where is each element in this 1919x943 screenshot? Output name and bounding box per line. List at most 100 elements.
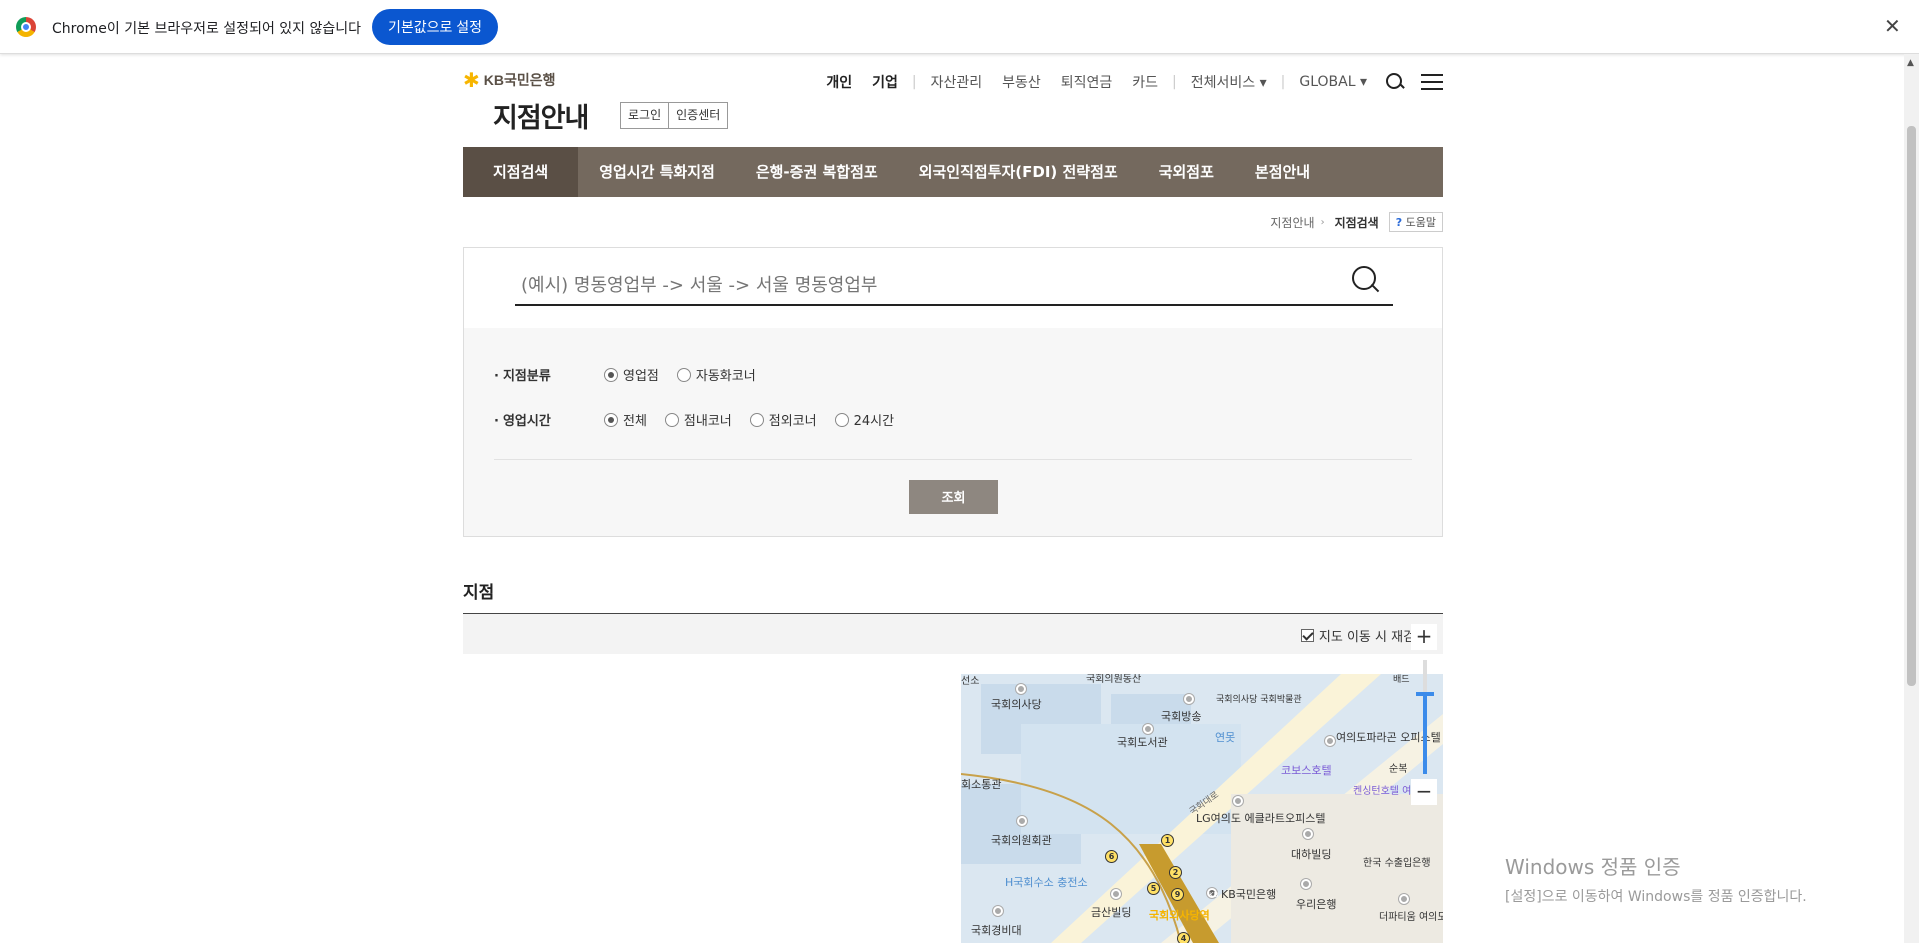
top-navigation: 개인 기업 | 자산관리 부동산 퇴직연금 카드 | 전체서비스 ▾ | GLO… <box>806 72 1443 92</box>
radio-label: 자동화코너 <box>695 369 756 384</box>
radio-outside-corner[interactable]: 점외코너 <box>749 410 817 429</box>
branch-search-panel: 지점분류 영업점 자동화코너 영업시간 전체 점내코너 점외코너 24시간 조회 <box>463 247 1443 537</box>
windows-activation-watermark: Windows 정품 인증 [설정]으로 이동하여 Windows를 정품 인증… <box>1505 851 1807 906</box>
zoom-handle[interactable] <box>1416 692 1434 696</box>
nav-all-services[interactable]: 전체서비스 ▾ <box>1191 72 1267 92</box>
help-button[interactable]: ? 도움말 <box>1388 212 1443 232</box>
nav-assets[interactable]: 자산관리 <box>931 72 983 92</box>
nav-card[interactable]: 카드 <box>1132 72 1158 92</box>
results-title: 지점 <box>463 583 495 603</box>
watermark-subtitle: [설정]으로 이동하여 Windows를 정품 인증합니다. <box>1505 889 1807 905</box>
chevron-right-icon: › <box>1320 216 1325 228</box>
tab-fdi[interactable]: 외국인직접투자(FDI) 전략점포 <box>899 147 1138 197</box>
scrollbar-thumb[interactable] <box>1907 126 1916 686</box>
map-label: 더파티움 여의도 <box>1379 912 1443 923</box>
logo-text: KB국민은행 <box>483 72 556 88</box>
map-poi-icon[interactable] <box>1233 796 1243 806</box>
radio-label: 24시간 <box>853 414 895 429</box>
map-label: 순복 <box>1389 764 1408 775</box>
radio-label: 전체 <box>623 414 647 429</box>
page-scrollbar[interactable]: ▲ <box>1904 54 1919 943</box>
radio-label: 점내코너 <box>683 414 732 429</box>
nav-divider: | <box>911 74 917 90</box>
map-label: 국회의원동산 <box>1086 674 1142 685</box>
kb-bank-marker[interactable]: KB <box>1207 888 1218 899</box>
map-label: 연못 <box>1215 731 1236 744</box>
tab-branch-search[interactable]: 지점검색 <box>463 147 579 197</box>
radio-inside-corner[interactable]: 점내코너 <box>664 410 732 429</box>
tab-overseas[interactable]: 국외점포 <box>1139 147 1234 197</box>
chrome-logo-icon <box>16 17 36 37</box>
radio-24h[interactable]: 24시간 <box>834 410 895 429</box>
map-poi-icon[interactable] <box>1017 816 1027 826</box>
search-submit-icon[interactable] <box>1350 264 1382 296</box>
map-label: 회소통관 <box>961 778 1002 791</box>
map-label: 국회방송 <box>1161 710 1202 723</box>
radio-unselected[interactable] <box>676 367 691 382</box>
radio-atm-corner[interactable]: 자동화코너 <box>676 365 756 384</box>
divider <box>494 459 1412 460</box>
breadcrumb-parent[interactable]: 지점안내 <box>1270 214 1314 231</box>
nav-global[interactable]: GLOBAL ▾ <box>1299 74 1367 90</box>
nav-personal[interactable]: 개인 <box>826 72 852 92</box>
close-icon[interactable]: ✕ <box>1884 14 1901 38</box>
checkbox-checked-icon[interactable] <box>1300 629 1314 642</box>
branch-search-input[interactable] <box>515 266 1393 306</box>
map-poi-icon[interactable] <box>1016 684 1026 694</box>
map-poi-icon[interactable] <box>1111 889 1121 899</box>
map-poi-icon[interactable] <box>1301 879 1311 889</box>
map-label: 국회경비대 <box>971 924 1022 937</box>
kb-logo[interactable]: ✱ KB국민은행 <box>463 70 556 90</box>
page-title: 지점안내 <box>493 103 589 134</box>
nav-divider: | <box>1280 74 1286 90</box>
nav-divider: | <box>1172 74 1177 90</box>
map-poi-icon[interactable] <box>1143 724 1153 734</box>
radio-label: 영업점 <box>623 369 659 384</box>
radio-all[interactable]: 전체 <box>604 410 647 429</box>
tab-special-hours[interactable]: 영업시간 특화지점 <box>579 147 735 197</box>
branch-map[interactable]: 국회의사당 국회방송 국회의사당 국회박물관 국회도서관 연못 여의도파라곤 오… <box>961 674 1443 943</box>
breadcrumb-current: 지점검색 <box>1334 215 1379 230</box>
map-label: LG여의도 에클라트오피스텔 <box>1196 812 1326 825</box>
hamburger-menu-icon[interactable] <box>1421 73 1443 91</box>
main-tabs: 지점검색 영업시간 특화지점 은행-증권 복합점포 외국인직접투자(FDI) 전… <box>463 147 1443 197</box>
nav-business[interactable]: 기업 <box>872 72 898 92</box>
map-poi-icon[interactable] <box>1184 694 1194 704</box>
map-label: 국회도서관 <box>1117 736 1168 749</box>
zoom-level-fill <box>1423 694 1427 774</box>
tab-headquarters[interactable]: 본점안내 <box>1235 147 1330 197</box>
map-poi-icon[interactable] <box>993 906 1003 916</box>
login-button[interactable]: 로그인 <box>620 102 670 129</box>
zoom-in-button[interactable]: + <box>1411 624 1437 650</box>
subway-exit-number: 4 <box>1177 932 1190 943</box>
search-button[interactable]: 조회 <box>909 480 998 514</box>
radio-selected[interactable] <box>604 367 618 382</box>
search-icon[interactable] <box>1385 72 1405 92</box>
map-label: KB국민은행 <box>1221 888 1277 901</box>
radio-branch[interactable]: 영업점 <box>604 365 659 384</box>
map-poi-icon[interactable] <box>1303 829 1313 839</box>
scroll-up-icon[interactable]: ▲ <box>1907 58 1914 68</box>
zoom-out-button[interactable]: − <box>1411 779 1437 805</box>
nav-realestate[interactable]: 부동산 <box>1002 72 1041 92</box>
cert-center-button[interactable]: 인증센터 <box>669 102 729 129</box>
kb-star-icon: ✱ <box>463 68 480 92</box>
radio-unselected[interactable] <box>749 412 764 427</box>
search-input-area <box>464 248 1442 328</box>
map-label: 국회의사당역 <box>1149 909 1210 922</box>
map-label: 국회의사당 <box>991 698 1042 711</box>
nav-pension[interactable]: 퇴직연금 <box>1061 72 1113 92</box>
map-label: 한국 수출입은행 <box>1363 858 1431 869</box>
radio-selected[interactable] <box>604 412 618 427</box>
map-poi-icon[interactable] <box>1399 894 1409 904</box>
map-options-bar: 지도 이동 시 재검색 <box>463 614 1443 654</box>
branch-type-label: 지점분류 <box>494 365 604 384</box>
radio-unselected[interactable] <box>664 412 679 427</box>
tab-bank-securities[interactable]: 은행-증권 복합점포 <box>736 147 898 197</box>
radio-label: 점외코너 <box>768 414 817 429</box>
radio-unselected[interactable] <box>834 412 849 427</box>
subway-exit-number: 9 <box>1171 888 1184 901</box>
set-default-button[interactable]: 기본값으로 설정 <box>372 9 499 45</box>
hours-label: 영업시간 <box>494 410 604 429</box>
map-poi-icon[interactable] <box>1325 736 1335 746</box>
